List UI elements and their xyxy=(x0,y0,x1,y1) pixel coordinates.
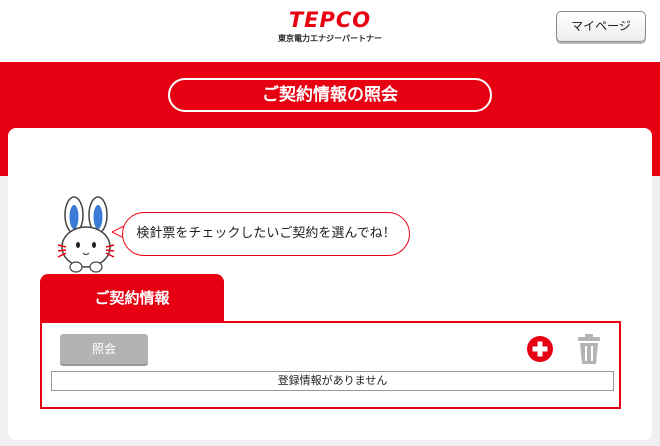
tab-contract-info[interactable]: ご契約情報 xyxy=(40,274,224,322)
logo-mark: TEPCO xyxy=(288,8,372,32)
speech-bubble: 検針票をチェックしたいご契約を選んでね！ xyxy=(122,212,410,256)
plus-circle-icon[interactable] xyxy=(526,335,554,363)
logo-subtext: 東京電力エナジーパートナー xyxy=(278,34,382,43)
header: TEPCO 東京電力エナジーパートナー マイページ xyxy=(0,0,660,62)
page-title: ご契約情報の照会 xyxy=(168,78,492,112)
empty-message-row: 登録情報がありません xyxy=(51,371,614,391)
mypage-button[interactable]: マイページ xyxy=(556,11,646,42)
tepco-logo[interactable]: TEPCO 東京電力エナジーパートナー xyxy=(268,8,392,48)
trash-icon[interactable] xyxy=(576,333,602,365)
inquiry-button[interactable]: 照会 xyxy=(60,334,148,364)
contract-panel: 照会 登録情報がありません xyxy=(40,321,621,409)
